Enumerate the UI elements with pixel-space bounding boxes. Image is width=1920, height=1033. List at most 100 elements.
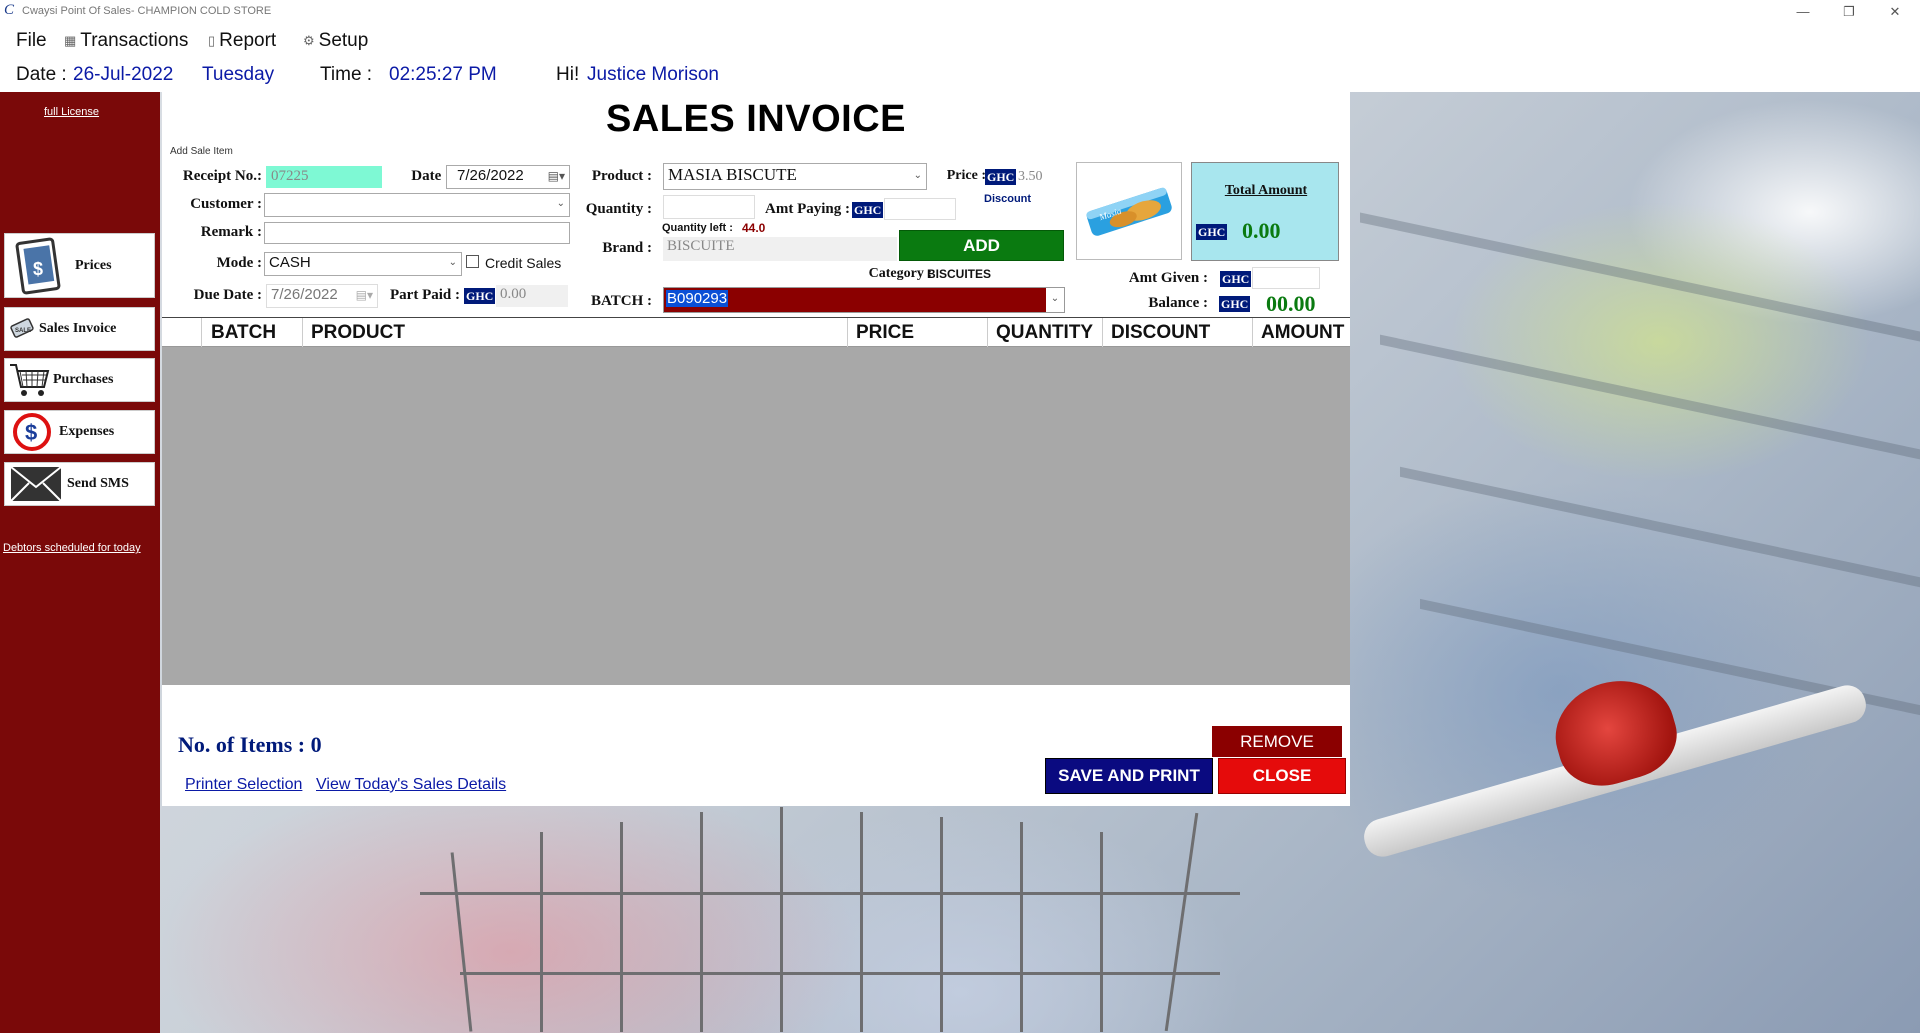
amt-paying-field[interactable]: [884, 198, 956, 220]
sidebar-item-label: Sales Invoice: [39, 321, 117, 336]
remove-button[interactable]: REMOVE: [1212, 726, 1342, 757]
customer-label: Customer :: [190, 196, 262, 212]
save-and-print-button[interactable]: SAVE AND PRINT: [1045, 758, 1213, 794]
discount-label: Discount: [984, 193, 1032, 205]
debtors-link[interactable]: Debtors scheduled for today: [3, 542, 141, 554]
credit-sales-label: Credit Sales: [485, 255, 562, 271]
close-button[interactable]: CLOSE: [1218, 758, 1346, 794]
add-button[interactable]: ADD: [899, 230, 1064, 261]
sales-grid-header: BATCH PRODUCT PRICE QUANTITY DISCOUNT AM…: [162, 317, 1350, 348]
category-value: BISCUITES: [927, 267, 992, 281]
currency-badge: GHC: [852, 202, 884, 218]
batch-label: BATCH :: [591, 293, 652, 309]
product-value: MASIA BISCUTE: [668, 165, 797, 184]
mode-select[interactable]: CASH ⌄: [264, 252, 462, 276]
product-label: Product :: [591, 168, 652, 184]
sidebar: full License $ Prices SALE Sales Invoice…: [0, 92, 160, 1033]
sidebar-item-expenses[interactable]: $ Expenses: [4, 410, 155, 454]
currency-badge: GHC: [1219, 296, 1251, 312]
batch-value: B090293: [666, 290, 729, 307]
sidebar-item-purchases[interactable]: Purchases: [4, 358, 155, 402]
receipt-number-field[interactable]: 07225: [266, 166, 382, 188]
svg-text:$: $: [33, 259, 43, 279]
menu-transactions-label: Transactions: [80, 30, 189, 51]
column-header-batch[interactable]: BATCH: [211, 322, 276, 344]
customer-select[interactable]: ⌄: [264, 193, 570, 217]
time-value: 02:25:27 PM: [389, 64, 497, 85]
remark-label: Remark :: [200, 224, 262, 240]
sales-invoice-form: SALES INVOICE Add Sale Item Receipt No.:…: [162, 92, 1350, 806]
transactions-icon: ▦: [64, 33, 77, 48]
price-label: Price :: [946, 168, 986, 183]
currency-badge: GHC: [1196, 224, 1228, 240]
sidebar-item-sales-invoice[interactable]: SALE Sales Invoice: [4, 307, 155, 351]
view-sales-details-link[interactable]: View Today's Sales Details: [316, 776, 506, 794]
gear-icon: ⚙: [303, 33, 315, 48]
total-amount-label: Total Amount: [1224, 183, 1308, 198]
column-header-discount[interactable]: DISCOUNT: [1111, 322, 1210, 344]
product-select[interactable]: MASIA BISCUTE ⌄: [663, 163, 927, 190]
batch-select[interactable]: B090293 ⌄: [663, 287, 1065, 313]
menu-setup-label: Setup: [318, 30, 369, 51]
chevron-down-icon: ⌄: [1046, 288, 1064, 312]
menu-file[interactable]: File: [16, 30, 47, 52]
menu-report[interactable]: ▯ Report: [208, 30, 276, 52]
items-count: No. of Items : 0: [178, 732, 322, 757]
menu-report-label: Report: [219, 30, 277, 51]
sidebar-item-label: Prices: [75, 257, 112, 273]
section-caption: Add Sale Item: [170, 146, 233, 157]
column-header-product[interactable]: PRODUCT: [311, 322, 405, 344]
sales-grid-body[interactable]: [162, 347, 1350, 685]
invoice-date-value: 7/26/2022: [457, 167, 524, 184]
info-bar: Date : 26-Jul-2022 Tuesday Time : 02:25:…: [0, 58, 1920, 90]
printer-selection-link[interactable]: Printer Selection: [185, 776, 302, 794]
column-header-quantity[interactable]: QUANTITY: [996, 322, 1093, 344]
price-value: 3.50: [1018, 169, 1043, 184]
user-name: Justice Morison: [587, 64, 719, 85]
day-value: Tuesday: [202, 64, 275, 85]
sidebar-item-send-sms[interactable]: Send SMS: [4, 462, 155, 506]
amt-given-label: Amt Given :: [1128, 270, 1208, 286]
remark-field[interactable]: [264, 222, 570, 244]
app-logo-icon: C: [4, 2, 15, 18]
svg-text:SALE: SALE: [15, 328, 31, 334]
close-icon[interactable]: ✕: [1875, 2, 1915, 22]
chevron-down-icon: ⌄: [913, 170, 922, 181]
menu-file-label: File: [16, 30, 47, 51]
sidebar-item-label: Expenses: [59, 424, 115, 439]
full-license-link[interactable]: full License: [44, 106, 99, 118]
receipt-label: Receipt No.:: [182, 168, 262, 184]
maximize-icon[interactable]: ❐: [1829, 2, 1869, 22]
total-amount-panel: Total Amount GHC 0.00: [1191, 162, 1339, 261]
column-header-amount[interactable]: AMOUNT: [1261, 322, 1344, 344]
biscuit-pack-image: Masia: [1076, 162, 1182, 260]
window-title: Cwaysi Point Of Sales- CHAMPION COLD STO…: [22, 5, 272, 17]
balance-value: 00.00: [1266, 291, 1316, 316]
invoice-date-picker[interactable]: 7/26/2022 ▤▾: [446, 165, 570, 189]
credit-sales-checkbox[interactable]: [466, 255, 479, 268]
part-paid-field[interactable]: 0.00: [496, 285, 568, 307]
balance-label: Balance :: [1148, 295, 1208, 311]
quantity-field[interactable]: [663, 195, 755, 219]
sidebar-item-prices[interactable]: $ Prices: [4, 233, 155, 298]
brand-label: Brand :: [602, 240, 652, 256]
column-header-price[interactable]: PRICE: [856, 322, 914, 344]
currency-badge: GHC: [464, 288, 496, 304]
menu-bar: File ▦ Transactions ▯ Report ⚙ Setup: [0, 26, 1920, 56]
title-bar: C Cwaysi Point Of Sales- CHAMPION COLD S…: [0, 0, 1920, 24]
due-date-picker[interactable]: 7/26/2022 ▤▾: [266, 284, 378, 308]
menu-transactions[interactable]: ▦ Transactions: [64, 30, 188, 52]
currency-badge: GHC: [985, 169, 1017, 185]
calendar-icon[interactable]: ▤▾: [356, 288, 373, 303]
amt-given-field[interactable]: [1252, 267, 1320, 289]
quantity-left-value: 44.0: [742, 221, 766, 235]
mode-label: Mode :: [216, 255, 262, 271]
quantity-label: Quantity :: [585, 201, 652, 217]
menu-setup[interactable]: ⚙ Setup: [303, 30, 368, 52]
category-label: Category :: [868, 266, 932, 281]
minimize-icon[interactable]: —: [1783, 2, 1823, 22]
report-icon: ▯: [208, 33, 216, 48]
dollar-icon: $: [5, 412, 59, 452]
page-title: SALES INVOICE: [606, 98, 906, 140]
time-label: Time :: [320, 64, 373, 85]
